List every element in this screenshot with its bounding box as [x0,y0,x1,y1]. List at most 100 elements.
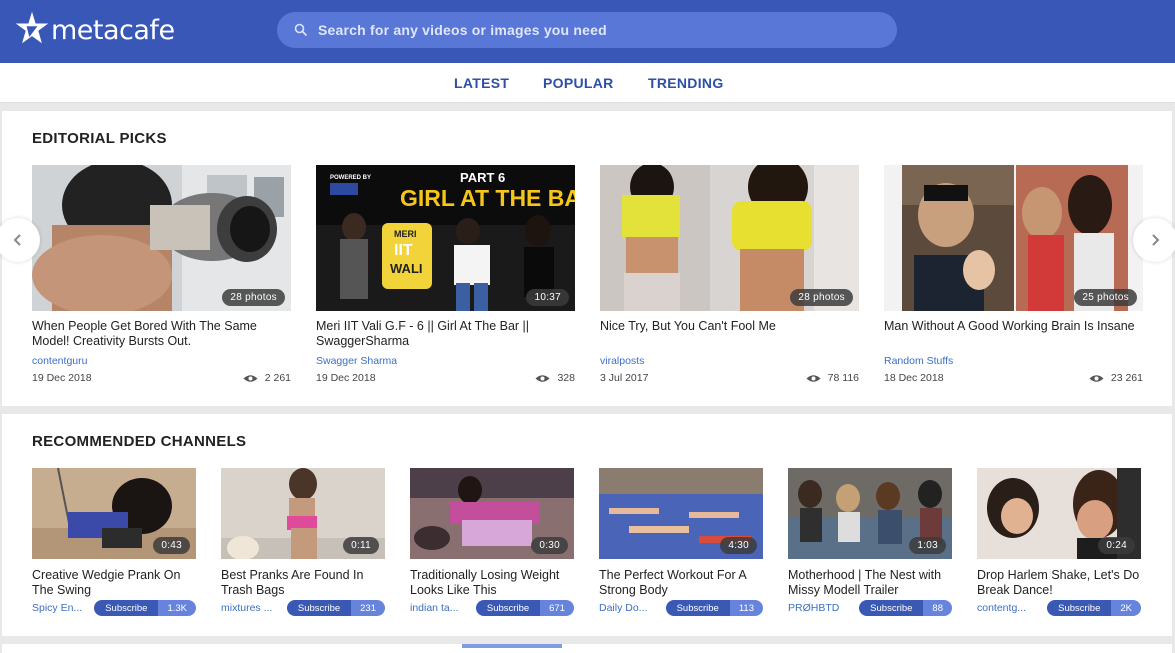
video-thumbnail[interactable]: 1:03 [788,468,952,559]
tab-trending[interactable]: TRENDING [648,75,724,91]
channel-row: mixtures ... Subscribe 231 [221,600,385,616]
thumb-headline-text: GIRL AT THE BAR [400,185,575,211]
channel-link[interactable]: PRØHBTD [788,602,839,614]
channel-card[interactable]: 0:30 Traditionally Losing Weight Looks L… [410,468,574,616]
view-count: 2 261 [243,372,291,384]
subscribe-label: Subscribe [94,600,159,616]
video-title[interactable]: Best Pranks Are Found In Trash Bags [221,568,385,598]
thumb-sign-line3: WALI [390,261,423,276]
video-thumbnail[interactable]: 0:24 [977,468,1141,559]
channel-card[interactable]: 0:43 Creative Wedgie Prank On The Swing … [32,468,196,616]
subscribe-button[interactable]: Subscribe 1.3K [94,600,196,616]
channel-row: PRØHBTD Subscribe 88 [788,600,952,616]
tab-popular[interactable]: POPULAR [543,75,614,91]
next-section-panel [2,644,1172,653]
card-meta: 18 Dec 2018 23 261 [884,372,1143,384]
subscribe-label: Subscribe [1047,600,1112,616]
duration-badge: 10:37 [526,289,569,306]
subscribe-button[interactable]: Subscribe 231 [286,600,385,616]
video-thumbnail[interactable]: 25 photos [884,165,1143,311]
channel-link[interactable]: contentguru [32,355,291,367]
section-nav: LATEST POPULAR TRENDING [0,63,1175,103]
video-title[interactable]: Drop Harlem Shake, Let's Do Break Dance! [977,568,1141,598]
active-indicator-bar [462,644,562,648]
video-title[interactable]: Motherhood | The Nest with Missy Modell … [788,568,952,598]
eye-icon [535,374,550,382]
editorial-card[interactable]: 28 photos When People Get Bored With The… [32,165,291,384]
video-thumbnail[interactable]: 28 photos [600,165,859,311]
channel-link[interactable]: contentg... [977,602,1026,614]
subscribe-button[interactable]: Subscribe 671 [475,600,574,616]
card-meta: 19 Dec 2018 328 [316,372,575,384]
carousel-next-button[interactable] [1133,218,1175,262]
subscriber-count: 2K [1111,600,1141,616]
channel-card[interactable]: 4:30 The Perfect Workout For A Strong Bo… [599,468,763,616]
video-thumbnail[interactable]: 0:11 [221,468,385,559]
editorial-card[interactable]: 28 photos Nice Try, But You Can't Fool M… [600,165,859,384]
video-thumbnail[interactable]: 4:30 [599,468,763,559]
tab-latest[interactable]: LATEST [454,75,509,91]
subscribe-button[interactable]: Subscribe 113 [665,600,763,616]
channel-row: Daily Do... Subscribe 113 [599,600,763,616]
video-thumbnail[interactable]: 0:43 [32,468,196,559]
editorial-card[interactable]: 25 photos Man Without A Good Working Bra… [884,165,1143,384]
channel-link[interactable]: Swagger Sharma [316,355,575,367]
channel-card[interactable]: 0:24 Drop Harlem Shake, Let's Do Break D… [977,468,1141,616]
search-input[interactable]: Search for any videos or images you need [318,22,607,38]
duration-badge: 4:30 [720,537,757,554]
thumb-part-text: PART 6 [460,170,505,185]
thumb-sign-line1: MERI [394,229,417,239]
photo-count-badge: 25 photos [1074,289,1137,306]
view-count-value: 2 261 [264,372,291,384]
view-count: 23 261 [1089,372,1143,384]
subscriber-count: 671 [540,600,574,616]
thumb-powered-text: POWERED BY [330,175,371,181]
photo-count-badge: 28 photos [222,289,285,306]
publish-date: 3 Jul 2017 [600,372,649,384]
chevron-left-icon [13,234,21,246]
view-count: 78 116 [806,372,859,384]
channel-link[interactable]: Daily Do... [599,602,647,614]
editorial-card[interactable]: POWERED BY PART 6 GIRL AT THE BAR MERI I… [316,165,575,384]
video-title[interactable]: Man Without A Good Working Brain Is Insa… [884,319,1143,349]
duration-badge: 0:24 [1098,537,1135,554]
video-thumbnail[interactable]: POWERED BY PART 6 GIRL AT THE BAR MERI I… [316,165,575,311]
editorial-picks-panel: EDITORIAL PICKS 28 photos When People Ge… [2,111,1172,406]
video-title[interactable]: Meri IIT Vali G.F - 6 || Girl At The Bar… [316,319,575,349]
subscribe-button[interactable]: Subscribe 88 [859,600,952,616]
subscribe-button[interactable]: Subscribe 2K [1047,600,1141,616]
channel-card[interactable]: 0:11 Best Pranks Are Found In Trash Bags… [221,468,385,616]
video-thumbnail[interactable]: 0:30 [410,468,574,559]
channel-link[interactable]: Random Stuffs [884,355,1143,367]
eye-icon [1089,374,1104,382]
publish-date: 19 Dec 2018 [316,372,376,384]
search-icon[interactable] [294,23,308,37]
recommended-channels-panel: RECOMMENDED CHANNELS 0:43 Creative Wedgi… [2,414,1172,636]
video-title[interactable]: Nice Try, But You Can't Fool Me [600,319,859,349]
video-title[interactable]: Traditionally Losing Weight Looks Like T… [410,568,574,598]
video-title[interactable]: The Perfect Workout For A Strong Body [599,568,763,598]
channel-card[interactable]: 1:03 Motherhood | The Nest with Missy Mo… [788,468,952,616]
subscriber-count: 231 [351,600,385,616]
section-title: EDITORIAL PICKS [32,130,167,147]
metacafe-logo[interactable]: metacafe [14,8,175,48]
view-count: 328 [535,372,575,384]
channel-link[interactable]: mixtures ... [221,602,272,614]
view-count-value: 328 [557,372,575,384]
view-count-value: 78 116 [827,372,859,384]
subscriber-count: 113 [729,600,763,616]
video-title[interactable]: When People Get Bored With The Same Mode… [32,319,291,349]
search-bar[interactable]: Search for any videos or images you need [277,12,897,48]
logo-wordmark: metacafe [51,14,175,46]
view-count-value: 23 261 [1110,372,1143,384]
thumb-sign-line2: IIT [394,242,413,259]
star-logo-icon [15,11,49,44]
channel-link[interactable]: indian ta... [410,602,458,614]
channel-link[interactable]: viralposts [600,355,859,367]
photo-count-badge: 28 photos [790,289,853,306]
video-title[interactable]: Creative Wedgie Prank On The Swing [32,568,196,598]
eye-icon [806,374,821,382]
publish-date: 19 Dec 2018 [32,372,92,384]
video-thumbnail[interactable]: 28 photos [32,165,291,311]
channel-link[interactable]: Spicy En... [32,602,82,614]
